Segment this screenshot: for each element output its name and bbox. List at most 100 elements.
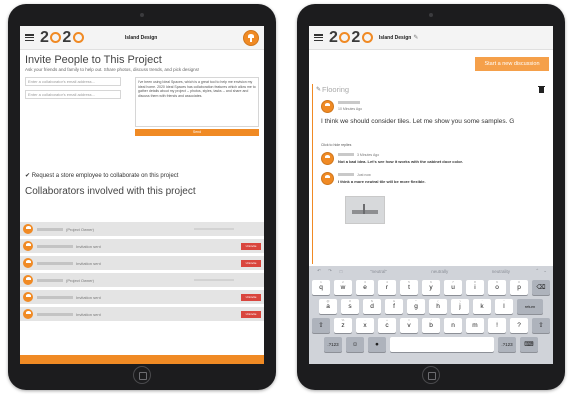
collaborators-title: Collaborators involved with this project (25, 186, 196, 197)
key-x[interactable]: -x (356, 318, 374, 333)
avatar (321, 172, 334, 185)
request-employee-checkbox[interactable]: ✔ Request a store employee to collaborat… (20, 172, 183, 179)
avatar (23, 309, 33, 319)
collaborator-name (37, 227, 63, 231)
post-text: I think we should consider tiles. Let me… (321, 118, 515, 125)
key-b[interactable]: / b (422, 318, 440, 333)
uninvite-button[interactable]: Uninvite (241, 259, 261, 267)
key-o[interactable]: 9o (488, 280, 506, 295)
backspace-key[interactable]: ⌫ (532, 280, 550, 295)
key-j[interactable]: ) j (451, 299, 469, 314)
suggestion[interactable]: neutrally (409, 269, 470, 274)
send-button[interactable]: Send (135, 129, 259, 136)
key-z[interactable]: % z (334, 318, 352, 333)
chevron-down-icon[interactable]: ⌄ (543, 268, 547, 274)
key-a[interactable]: @ a (319, 299, 337, 314)
key-y[interactable]: 6y (422, 280, 440, 295)
discussion-thread: ✎ Flooring 10 Minutes Ago I think we sho… (312, 84, 550, 264)
key-n[interactable]: ; n (444, 318, 462, 333)
microphone-icon[interactable]: ● (368, 337, 386, 352)
logo-2020[interactable]: 22 (329, 29, 374, 46)
pencil-icon: ✎ (316, 87, 322, 93)
page-title: Invite People to This Project (25, 54, 162, 66)
key-question[interactable]: .? (510, 318, 528, 333)
collaborator-status: Invitation sent (76, 243, 101, 249)
space-key[interactable] (390, 337, 494, 352)
key-e[interactable]: 3e (356, 280, 374, 295)
key-l[interactable]: " l (495, 299, 513, 314)
collaborator-status: (Project Owner) (66, 277, 95, 283)
collaborator-row: Invitation sent Uninvite (20, 290, 264, 304)
numbers-key[interactable]: .?123 (324, 337, 342, 352)
trash-icon[interactable] (538, 85, 545, 93)
undo-icon[interactable]: ↶ (315, 268, 323, 274)
tile-sample-photo[interactable] (345, 196, 385, 224)
hide-replies-link[interactable]: Click to hide replies (321, 143, 351, 147)
key-u[interactable]: 7u (444, 280, 462, 295)
menu-icon[interactable] (314, 34, 323, 41)
return-key[interactable]: return (517, 299, 543, 314)
key-p[interactable]: 0p (510, 280, 528, 295)
shift-key[interactable]: ⇧ (532, 318, 550, 333)
collaborator-list: (Project Owner) Invitation sent Uninvite… (20, 222, 264, 324)
key-t[interactable]: 5t (400, 280, 418, 295)
footer-bar (20, 355, 264, 364)
key-w[interactable]: 2w (334, 280, 352, 295)
screen-discussion: 22 Island Design ✎ Start a new discussio… (309, 26, 553, 364)
key-row-3: ⇧ % z -x + c = v / b ; n :m ,! .? ⇧ (309, 318, 553, 333)
key-k[interactable]: ' k (473, 299, 491, 314)
key-d[interactable]: $ d (363, 299, 381, 314)
key-g[interactable]: * g (407, 299, 425, 314)
collaborator-row: (Project Owner) (20, 222, 264, 236)
key-m[interactable]: :m (466, 318, 484, 333)
brand-name: Island Design (378, 34, 412, 41)
keyboard-hide-icon[interactable]: ⌨ (520, 337, 538, 352)
collaborator-email (194, 279, 234, 281)
brand-name: Island Design (124, 34, 158, 41)
camera (140, 13, 144, 17)
stage: 22 Island Design Invite People to This P… (0, 0, 573, 394)
user-avatar[interactable] (243, 30, 259, 46)
shift-key[interactable]: ⇧ (312, 318, 330, 333)
suggestion[interactable]: neutrality (470, 269, 531, 274)
collaborator-email (194, 228, 234, 230)
key-c[interactable]: + c (378, 318, 396, 333)
collaborator-name (37, 312, 73, 316)
key-i[interactable]: 8i (466, 280, 484, 295)
suggestion[interactable]: "neutral" (348, 269, 409, 274)
collaborator-status: Invitation sent (76, 294, 101, 300)
edit-icon[interactable]: ✎ (413, 34, 418, 41)
redo-icon[interactable]: ↷ (326, 268, 334, 274)
key-r[interactable]: 4r (378, 280, 396, 295)
key-s[interactable]: # s (341, 299, 359, 314)
chevron-up-icon[interactable]: ⌃ (535, 268, 539, 274)
emoji-icon[interactable]: ☺ (346, 337, 364, 352)
discussion-toolbar: Start a new discussion (309, 50, 553, 84)
invite-message-field[interactable]: I've been using Ideal Spaces, which is a… (135, 77, 259, 127)
key-v[interactable]: = v (400, 318, 418, 333)
home-button[interactable] (133, 366, 151, 384)
menu-icon[interactable] (25, 34, 34, 41)
uninvite-button[interactable]: Uninvite (241, 310, 261, 318)
key-exclaim[interactable]: ,! (488, 318, 506, 333)
key-q[interactable]: 1q (312, 280, 330, 295)
key-h[interactable]: (h (429, 299, 447, 314)
key-f[interactable]: & f (385, 299, 403, 314)
uninvite-button[interactable]: Uninvite (241, 293, 261, 301)
logo-2020[interactable]: 22 (40, 29, 85, 46)
paste-icon[interactable]: □ (337, 269, 345, 274)
reply-time: Just now (357, 173, 371, 177)
on-screen-keyboard: ↶ ↷ □ "neutral" neutrally neutrality ⌃ ⌄… (309, 266, 553, 364)
start-discussion-button[interactable]: Start a new discussion (475, 57, 549, 71)
tablet-left: 22 Island Design Invite People to This P… (8, 4, 276, 390)
home-button[interactable] (422, 366, 440, 384)
header: 22 Island Design (20, 26, 264, 50)
email-field-2[interactable]: Enter a collaborator's email address... (25, 90, 121, 99)
avatar (23, 241, 33, 251)
uninvite-button[interactable]: Uninvite (241, 242, 261, 250)
email-field-1[interactable]: Enter a collaborator's email address... (25, 77, 121, 86)
numbers-key[interactable]: .?123 (498, 337, 516, 352)
poster-name (338, 101, 360, 104)
collaborator-name (37, 244, 73, 248)
camera (429, 13, 433, 17)
